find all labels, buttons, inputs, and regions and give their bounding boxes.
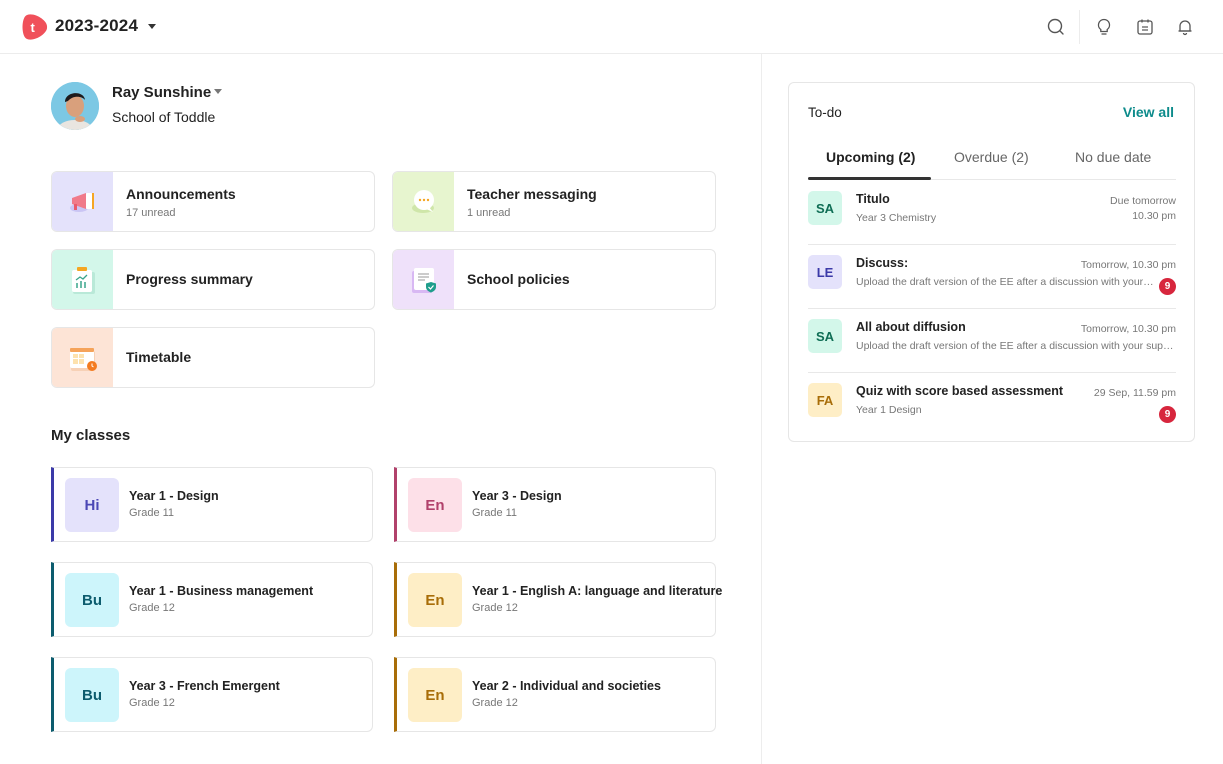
class-grade: Grade 12 <box>472 697 518 709</box>
quick-link-title: Announcements <box>126 186 236 202</box>
todo-subtitle: Year 1 Design <box>856 404 922 416</box>
todo-class-badge: SA <box>808 191 842 225</box>
todo-title: All about diffusion <box>856 320 966 334</box>
quick-link-progress-summary[interactable]: Progress summary <box>51 249 375 310</box>
class-card[interactable]: Bu Year 1 - Business management Grade 12 <box>51 562 373 637</box>
todo-due-time: 10.30 pm <box>1132 210 1176 222</box>
comment-count-badge: 9 <box>1159 406 1176 423</box>
class-grade: Grade 12 <box>129 602 175 614</box>
my-classes-heading: My classes <box>51 427 131 444</box>
class-card[interactable]: En Year 1 - English A: language and lite… <box>394 562 722 637</box>
view-all-link[interactable]: View all <box>1123 104 1174 120</box>
todo-due: Due tomorrow <box>1110 195 1176 207</box>
todo-due: Tomorrow, 10.30 pm <box>1080 323 1176 335</box>
class-badge: Hi <box>65 478 119 532</box>
class-grade: Grade 11 <box>472 507 518 519</box>
todo-class-badge: SA <box>808 319 842 353</box>
class-badge: Bu <box>65 573 119 627</box>
class-badge: Bu <box>65 668 119 722</box>
tab-no-due-date[interactable]: No due date <box>1075 149 1151 165</box>
class-badge: En <box>408 668 462 722</box>
todo-class-badge: LE <box>808 255 842 289</box>
class-name: Year 3 - Design <box>472 489 562 503</box>
class-name: Year 2 - Individual and societies <box>472 679 661 693</box>
chat-bubble-icon <box>393 172 454 231</box>
class-name: Year 1 - Design <box>129 489 219 503</box>
search-icon[interactable] <box>1046 17 1066 37</box>
academic-year-selector[interactable]: 2023-2024 <box>55 16 138 36</box>
column-divider <box>761 54 762 764</box>
quick-link-title: School policies <box>467 271 570 287</box>
bell-icon[interactable] <box>1175 17 1195 37</box>
timetable-calendar-icon <box>52 328 113 387</box>
class-grade: Grade 12 <box>129 697 175 709</box>
profile-name[interactable]: Ray Sunshine <box>112 84 211 101</box>
profile-photo <box>51 82 99 130</box>
class-name: Year 1 - Business management <box>129 584 314 598</box>
quick-link-title: Timetable <box>126 349 192 365</box>
unread-count: 1 unread <box>467 207 511 219</box>
tab-upcoming[interactable]: Upcoming (2) <box>826 149 915 165</box>
todo-panel: To-do View all Upcoming (2) Overdue (2) … <box>788 82 1195 442</box>
todo-subtitle: Upload the draft version of the EE after… <box>856 276 1156 288</box>
chevron-down-icon[interactable] <box>148 24 156 29</box>
unread-count: 17 unread <box>126 207 176 219</box>
quick-link-title: Teacher messaging <box>467 186 597 202</box>
class-card[interactable]: Hi Year 1 - Design Grade 11 <box>51 467 373 542</box>
class-card[interactable]: En Year 3 - Design Grade 11 <box>394 467 716 542</box>
class-card[interactable]: Bu Year 3 - French Emergent Grade 12 <box>51 657 373 732</box>
svg-text:t: t <box>31 20 36 35</box>
todo-title: Quiz with score based assessment <box>856 384 1064 398</box>
class-badge: En <box>408 573 462 627</box>
todo-item[interactable]: SA Titulo Year 3 Chemistry Due tomorrow … <box>808 181 1176 245</box>
todo-subtitle: Year 3 Chemistry <box>856 212 937 224</box>
avatar[interactable] <box>51 82 99 130</box>
calendar-icon[interactable] <box>1135 17 1155 37</box>
todo-tabs: Upcoming (2) Overdue (2) No due date <box>808 141 1176 180</box>
class-grade: Grade 11 <box>129 507 175 519</box>
todo-item[interactable]: FA Quiz with score based assessment Year… <box>808 373 1176 437</box>
class-name: Year 3 - French Emergent <box>129 679 280 693</box>
quick-link-title: Progress summary <box>126 271 253 287</box>
class-grade: Grade 12 <box>472 602 518 614</box>
todo-subtitle: Upload the draft version of the EE after… <box>856 340 1174 352</box>
top-bar: t 2023-2024 <box>0 0 1223 54</box>
todo-due: Tomorrow, 10.30 pm <box>1080 259 1176 271</box>
tab-overdue[interactable]: Overdue (2) <box>954 149 1029 165</box>
class-name: Year 1 - English A: language and literat… <box>472 584 723 598</box>
profile-school: School of Toddle <box>112 109 216 125</box>
quick-link-school-policies[interactable]: School policies <box>392 249 716 310</box>
quick-link-timetable[interactable]: Timetable <box>51 327 375 388</box>
quick-link-announcements[interactable]: Announcements 17 unread <box>51 171 375 232</box>
todo-due: 29 Sep, 11.59 pm <box>1093 387 1176 399</box>
header-divider <box>1079 10 1080 44</box>
todo-title: Titulo <box>856 192 890 206</box>
todo-title: To-do <box>808 105 842 120</box>
class-card[interactable]: En Year 2 - Individual and societies Gra… <box>394 657 716 732</box>
progress-chart-icon <box>52 250 113 309</box>
comment-count-badge: 9 <box>1159 278 1176 295</box>
megaphone-icon <box>52 172 113 231</box>
active-tab-indicator <box>808 177 931 180</box>
policy-document-icon <box>393 250 454 309</box>
todo-title: Discuss: <box>856 256 909 270</box>
todo-class-badge: FA <box>808 383 842 417</box>
todo-item[interactable]: SA All about diffusion Upload the draft … <box>808 309 1176 373</box>
todo-item[interactable]: LE Discuss: Upload the draft version of … <box>808 245 1176 309</box>
chevron-down-icon[interactable] <box>214 89 222 94</box>
quick-link-teacher-messaging[interactable]: Teacher messaging 1 unread <box>392 171 716 232</box>
lightbulb-icon[interactable] <box>1094 17 1114 37</box>
class-badge: En <box>408 478 462 532</box>
toddle-logo-icon[interactable]: t <box>21 13 48 41</box>
